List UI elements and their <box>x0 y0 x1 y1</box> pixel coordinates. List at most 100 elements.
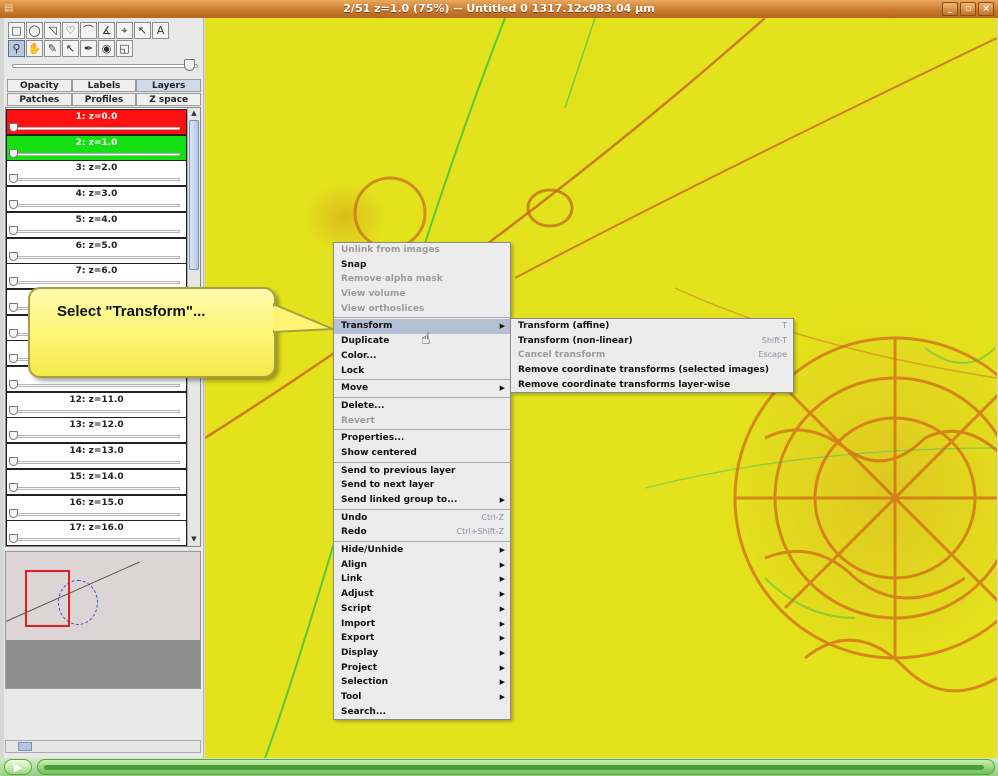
transform-submenu-item[interactable]: Transform (non-linear) Shift-T <box>511 334 793 349</box>
layer-row[interactable]: 4: z=3.0 <box>6 186 187 213</box>
context-menu-item[interactable]: Move ▶ <box>334 381 510 396</box>
layer-alpha-track[interactable] <box>13 204 180 208</box>
layer-alpha-track[interactable] <box>13 538 180 542</box>
minimap-viewport-box[interactable] <box>25 570 70 627</box>
context-menu-item[interactable]: Redo Ctrl+Shift-Z <box>334 525 510 540</box>
transform-submenu-item[interactable]: Remove coordinate transforms layer-wise <box>511 378 793 393</box>
context-menu-item[interactable]: Send linked group to... ▶ <box>334 493 510 508</box>
layer-row[interactable]: 3: z=2.0 <box>6 160 187 187</box>
context-menu-item[interactable]: Show centered <box>334 446 510 461</box>
layer-progress-slider[interactable] <box>37 759 995 775</box>
context-menu-item[interactable]: Link ▶ <box>334 572 510 587</box>
layer-alpha-track[interactable] <box>13 152 180 156</box>
scroll-up-icon[interactable]: ▲ <box>189 109 199 119</box>
layer-alpha-track[interactable] <box>13 486 180 490</box>
layer-alpha-knob[interactable] <box>9 457 18 467</box>
angle-tool-icon[interactable]: ∡ <box>98 22 115 39</box>
play-icon[interactable]: ▶ <box>4 759 32 775</box>
layer-row[interactable]: 15: z=14.0 <box>6 468 187 495</box>
transform-submenu-item[interactable]: Remove coordinate transforms (selected i… <box>511 363 793 378</box>
context-menu-item[interactable]: Selection ▶ <box>334 675 510 690</box>
hscroll-thumb[interactable] <box>18 742 32 751</box>
context-menu-item[interactable]: Export ▶ <box>334 631 510 646</box>
point-tool-icon[interactable]: ⌖ <box>116 22 133 39</box>
layer-alpha-track[interactable] <box>13 229 180 233</box>
context-menu-item[interactable]: Undo Ctrl-Z <box>334 511 510 526</box>
layer-row[interactable]: 16: z=15.0 <box>6 494 187 521</box>
layer-alpha-knob[interactable] <box>9 277 18 287</box>
layer-alpha-knob[interactable] <box>9 328 18 338</box>
layer-alpha-track[interactable] <box>13 409 180 413</box>
pen-tool-icon[interactable]: ✒ <box>80 40 97 57</box>
layer-row[interactable]: 7: z=6.0 <box>6 263 187 290</box>
context-menu-item[interactable]: Display ▶ <box>334 646 510 661</box>
tab-z-space[interactable]: Z space <box>136 93 202 106</box>
layer-alpha-track[interactable] <box>13 461 180 465</box>
rectangle-tool-icon[interactable]: □ <box>8 22 25 39</box>
layer-alpha-knob[interactable] <box>9 508 18 518</box>
transparency-slider-track[interactable] <box>12 64 198 68</box>
select-tool-icon[interactable]: ↖ <box>62 40 79 57</box>
layer-alpha-track[interactable] <box>13 512 180 516</box>
layer-row[interactable]: 1: z=0.0 <box>6 109 187 135</box>
context-menu-item[interactable]: Tool ▶ <box>334 690 510 705</box>
layer-alpha-knob[interactable] <box>9 200 18 210</box>
polygon-tool-icon[interactable]: ◹ <box>44 22 61 39</box>
scroll-down-icon[interactable]: ▼ <box>189 535 199 545</box>
layer-alpha-knob[interactable] <box>9 148 18 158</box>
freehand-tool-icon[interactable]: ♡ <box>62 22 79 39</box>
text-tool-icon[interactable]: A <box>152 22 169 39</box>
brush-tool-icon[interactable]: ◉ <box>98 40 115 57</box>
dropper-tool-icon[interactable]: ✎ <box>44 40 61 57</box>
magnifier-tool-icon[interactable]: ⚲ <box>8 40 25 57</box>
wand-tool-icon[interactable]: ↖ <box>134 22 151 39</box>
layer-row[interactable]: 17: z=16.0 <box>6 520 187 546</box>
tab-opacity[interactable]: Opacity <box>7 79 72 92</box>
context-menu-item[interactable]: Project ▶ <box>334 661 510 676</box>
tab-layers[interactable]: Layers <box>136 79 202 92</box>
layer-alpha-knob[interactable] <box>9 123 18 132</box>
navigator-minimap[interactable] <box>5 551 201 689</box>
context-menu-item[interactable]: Adjust ▶ <box>334 587 510 602</box>
layer-alpha-knob[interactable] <box>9 482 18 492</box>
context-menu-item[interactable]: Align ▶ <box>334 558 510 573</box>
polyline-tool-icon[interactable]: ⌒ <box>80 22 97 39</box>
layer-alpha-track[interactable] <box>13 255 180 259</box>
transparency-slider-thumb[interactable] <box>184 59 195 71</box>
transform-submenu-item[interactable]: Transform (affine) T <box>511 319 793 334</box>
close-button[interactable]: × <box>978 2 994 16</box>
layer-alpha-knob[interactable] <box>9 354 18 364</box>
layer-alpha-track[interactable] <box>13 127 180 130</box>
ellipse-tool-icon[interactable]: ◯ <box>26 22 43 39</box>
layer-alpha-track[interactable] <box>13 281 180 285</box>
layer-alpha-knob[interactable] <box>9 251 18 261</box>
layer-row[interactable]: 6: z=5.0 <box>6 237 187 264</box>
hand-tool-icon[interactable]: ✋ <box>26 40 43 57</box>
layer-row[interactable]: 12: z=11.0 <box>6 391 187 418</box>
layer-alpha-knob[interactable] <box>9 174 18 184</box>
context-menu-item[interactable]: Hide/Unhide ▶ <box>334 543 510 558</box>
minimize-button[interactable]: _ <box>942 2 958 16</box>
layer-row[interactable]: 14: z=13.0 <box>6 443 187 470</box>
context-menu-item[interactable]: Send to previous layer <box>334 464 510 479</box>
tab-profiles[interactable]: Profiles <box>71 93 137 106</box>
layer-row[interactable]: 13: z=12.0 <box>6 417 187 444</box>
context-menu-item[interactable]: Import ▶ <box>334 617 510 632</box>
tab-labels[interactable]: Labels <box>71 79 137 92</box>
context-menu-item[interactable]: Search... <box>334 705 510 720</box>
layer-row[interactable]: 2: z=1.0 <box>6 134 187 161</box>
context-menu-item[interactable]: Color... <box>334 349 510 364</box>
context-menu-item[interactable]: Properties... <box>334 431 510 446</box>
context-menu-item[interactable]: Delete... <box>334 399 510 414</box>
layer-alpha-track[interactable] <box>13 178 180 182</box>
layer-row[interactable]: 5: z=4.0 <box>6 211 187 238</box>
align-tool-icon[interactable]: ◱ <box>116 40 133 57</box>
maximize-button[interactable]: ▫ <box>960 2 976 16</box>
layer-alpha-track[interactable] <box>13 384 180 387</box>
layer-alpha-knob[interactable] <box>9 431 18 441</box>
tab-patches[interactable]: Patches <box>7 93 72 106</box>
context-menu-item[interactable]: Script ▶ <box>334 602 510 617</box>
layer-alpha-track[interactable] <box>13 435 180 439</box>
context-menu-item[interactable]: Snap <box>334 258 510 273</box>
context-menu-item[interactable]: Send to next layer <box>334 478 510 493</box>
